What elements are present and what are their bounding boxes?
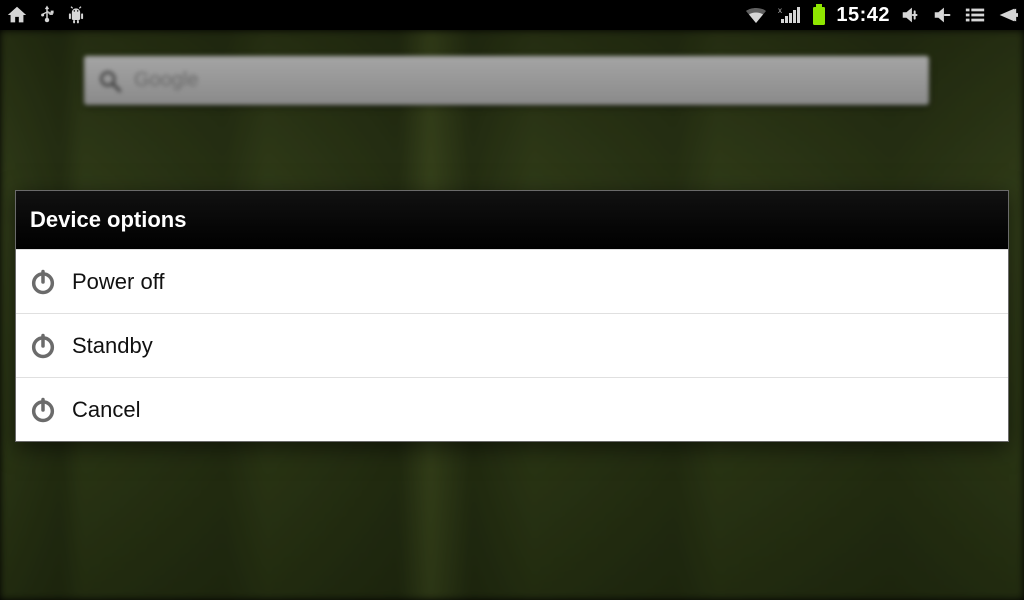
cell-signal-icon: x bbox=[778, 5, 802, 25]
cancel-option[interactable]: Cancel bbox=[16, 377, 1008, 441]
clock-text: 15:42 bbox=[836, 4, 890, 27]
device-options-dialog: Device options Power off Standby Cancel bbox=[15, 190, 1009, 442]
home-icon[interactable] bbox=[6, 4, 28, 26]
standby-option[interactable]: Standby bbox=[16, 313, 1008, 377]
power-icon bbox=[28, 331, 58, 361]
option-label: Power off bbox=[72, 269, 165, 295]
menu-icon[interactable] bbox=[964, 5, 986, 25]
usb-icon bbox=[38, 4, 56, 26]
power-icon bbox=[28, 267, 58, 297]
volume-down-icon[interactable] bbox=[932, 5, 954, 25]
option-label: Standby bbox=[72, 333, 153, 359]
battery-icon bbox=[812, 4, 826, 26]
back-icon[interactable] bbox=[996, 5, 1018, 25]
dialog-title-text: Device options bbox=[30, 207, 186, 233]
power-icon bbox=[28, 395, 58, 425]
android-debug-icon bbox=[66, 5, 86, 25]
dialog-title: Device options bbox=[16, 191, 1008, 249]
power-off-option[interactable]: Power off bbox=[16, 249, 1008, 313]
svg-text:x: x bbox=[778, 6, 782, 15]
volume-up-icon[interactable] bbox=[900, 5, 922, 25]
wifi-icon bbox=[744, 5, 768, 25]
status-bar: x 15:42 bbox=[0, 0, 1024, 30]
option-label: Cancel bbox=[72, 397, 140, 423]
